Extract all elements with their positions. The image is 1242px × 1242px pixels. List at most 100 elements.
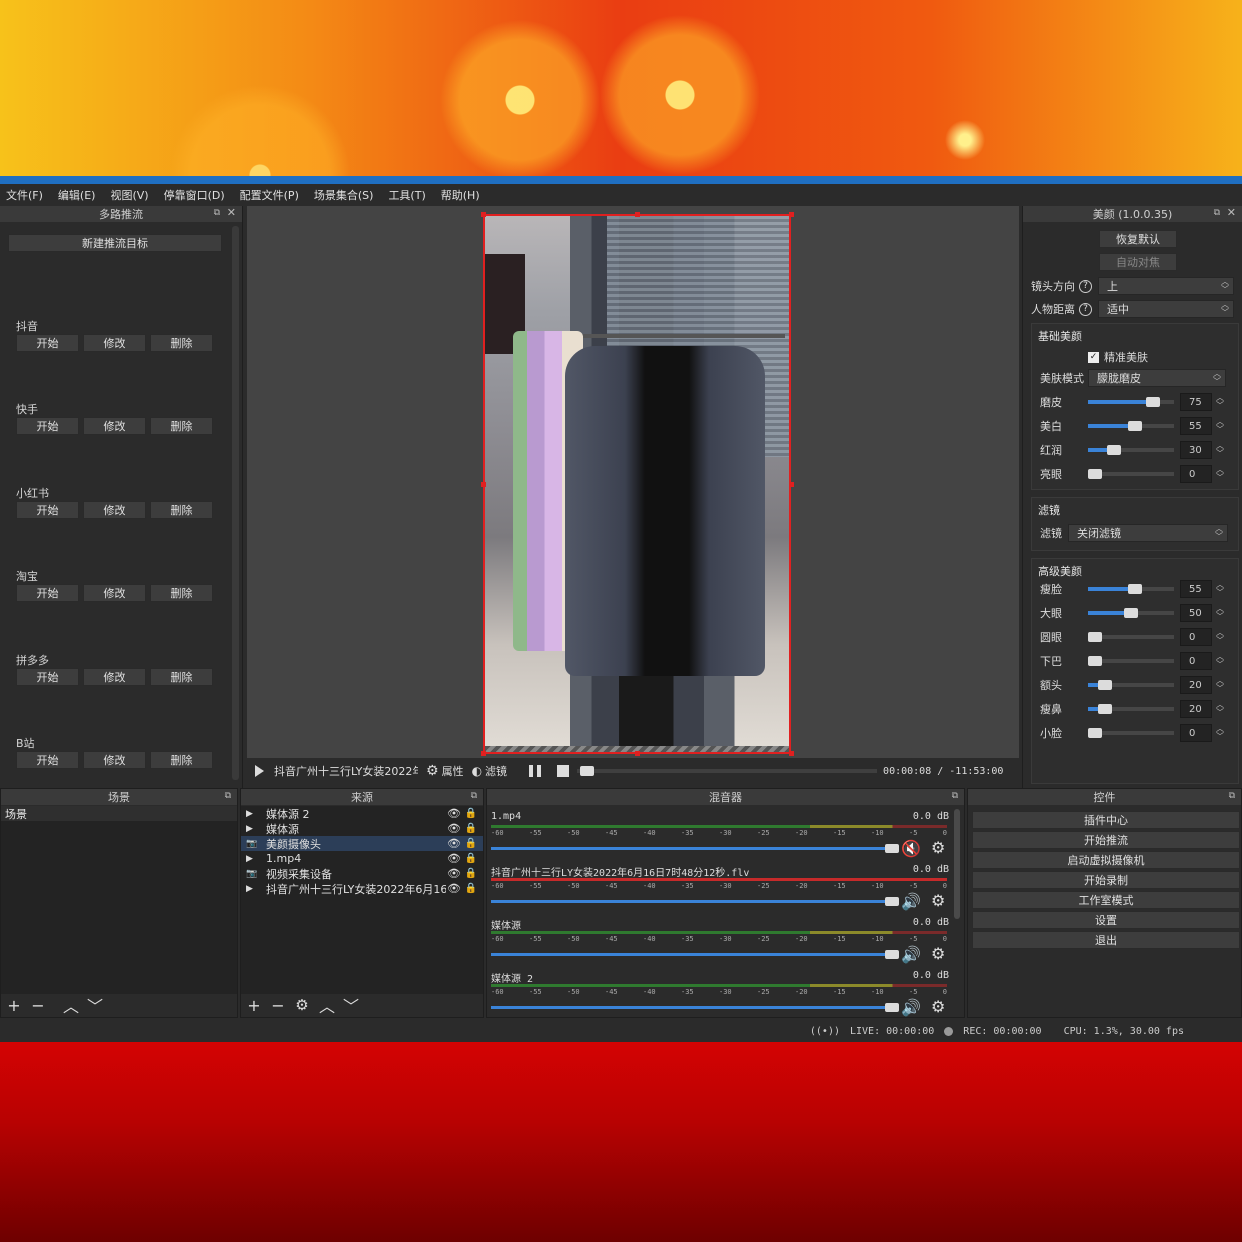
slider-knob[interactable] xyxy=(1107,445,1121,455)
slider-value-box[interactable]: 50 xyxy=(1180,604,1212,622)
stop-icon[interactable] xyxy=(557,765,570,777)
lock-icon[interactable]: 🔒 xyxy=(465,883,477,894)
scene-item[interactable]: 场景 xyxy=(1,806,237,821)
delete-button[interactable]: 删除 xyxy=(150,417,213,435)
slider-value-box[interactable]: 0 xyxy=(1180,628,1212,646)
spin-arrows-icon[interactable]: ︿ ﹀ xyxy=(1216,725,1226,741)
slider-value-box[interactable]: 20 xyxy=(1180,700,1212,718)
float-icon[interactable]: ⧉ xyxy=(471,791,477,801)
resize-handle[interactable] xyxy=(481,482,486,487)
menu-edit[interactable]: 编辑(E) xyxy=(58,187,96,203)
slider-track[interactable] xyxy=(1088,656,1174,666)
volume-slider[interactable] xyxy=(491,1003,899,1012)
start-recording-button[interactable]: 开始录制 xyxy=(972,871,1240,889)
visibility-eye-icon[interactable]: 👁 xyxy=(447,807,461,820)
slider-value-box[interactable]: 0 xyxy=(1180,724,1212,742)
start-button[interactable]: 开始 xyxy=(16,417,79,435)
start-streaming-button[interactable]: 开始推流 xyxy=(972,831,1240,849)
menu-profile[interactable]: 配置文件(P) xyxy=(240,187,299,203)
gear-icon[interactable]: ⚙ xyxy=(931,838,945,857)
video-source-frame[interactable] xyxy=(483,214,791,754)
resize-handle[interactable] xyxy=(789,482,794,487)
slider-knob[interactable] xyxy=(1088,469,1102,479)
speaker-icon[interactable]: 🔊 xyxy=(901,998,921,1017)
slider-track[interactable] xyxy=(1088,469,1174,479)
slider-value-box[interactable]: 20 xyxy=(1180,676,1212,694)
spin-arrows-icon[interactable]: ︿ ﹀ xyxy=(1216,701,1226,717)
delete-button[interactable]: 删除 xyxy=(150,668,213,686)
spin-arrows-icon[interactable]: ︿ ﹀ xyxy=(1216,653,1226,669)
resize-handle[interactable] xyxy=(481,751,486,756)
close-icon[interactable]: ✕ xyxy=(227,206,236,219)
slider-knob[interactable] xyxy=(1088,728,1102,738)
volume-knob[interactable] xyxy=(885,1003,899,1012)
float-icon[interactable]: ⧉ xyxy=(952,791,958,801)
pause-icon[interactable] xyxy=(529,765,542,777)
menu-view[interactable]: 视图(V) xyxy=(110,187,148,203)
slider-track[interactable] xyxy=(1088,680,1174,690)
visibility-eye-icon[interactable]: 👁 xyxy=(447,882,461,895)
gear-icon[interactable]: ⚙ xyxy=(931,944,945,963)
menu-docks[interactable]: 停靠窗口(D) xyxy=(164,187,225,203)
lock-icon[interactable]: 🔒 xyxy=(465,823,477,834)
source-item[interactable]: 📷 视频采集设备 👁 🔒 xyxy=(241,866,483,881)
spin-arrows-icon[interactable]: ︿ ﹀ xyxy=(1216,677,1226,693)
resize-handle[interactable] xyxy=(789,751,794,756)
menu-help[interactable]: 帮助(H) xyxy=(441,187,480,203)
slider-track[interactable] xyxy=(1088,397,1174,407)
gear-icon[interactable]: ⚙ xyxy=(931,997,945,1016)
studio-mode-button[interactable]: 工作室模式 xyxy=(972,891,1240,909)
multistream-scrollbar[interactable] xyxy=(232,226,239,780)
camera-direction-select[interactable]: 上 ︿ ﹀ xyxy=(1098,277,1234,295)
new-stream-target-button[interactable]: 新建推流目标 xyxy=(8,234,222,252)
slider-knob[interactable] xyxy=(1146,397,1160,407)
slider-knob[interactable] xyxy=(1088,632,1102,642)
spin-arrows-icon[interactable]: ︿ ﹀ xyxy=(1216,629,1226,645)
lock-icon[interactable]: 🔒 xyxy=(465,868,477,879)
source-item[interactable]: ▶ 媒体源 2 👁 🔒 xyxy=(241,806,483,821)
speaker-icon[interactable]: 🔊 xyxy=(901,945,921,964)
slider-knob[interactable] xyxy=(1128,421,1142,431)
slider-track[interactable] xyxy=(1088,728,1174,738)
float-icon[interactable]: ⧉ xyxy=(214,208,220,218)
move-up-icon[interactable]: ︿ xyxy=(319,993,335,1017)
edit-button[interactable]: 修改 xyxy=(83,334,146,352)
preview-canvas[interactable] xyxy=(247,206,1019,758)
start-button[interactable]: 开始 xyxy=(16,751,79,769)
resize-handle[interactable] xyxy=(481,212,486,217)
exit-button[interactable]: 退出 xyxy=(972,931,1240,949)
plugin-center-button[interactable]: 插件中心 xyxy=(972,811,1240,829)
seek-slider[interactable] xyxy=(577,766,878,776)
help-icon[interactable]: ? xyxy=(1079,279,1092,293)
slider-value-box[interactable]: 55 xyxy=(1180,580,1212,598)
lock-icon[interactable]: 🔒 xyxy=(465,808,477,819)
skin-mode-select[interactable]: 朦胧磨皮 ︿ ﹀ xyxy=(1088,369,1226,387)
precise-skin-checkbox[interactable]: ✓ 精准美肤 xyxy=(1088,349,1148,365)
slider-knob[interactable] xyxy=(1124,608,1138,618)
speaker-icon[interactable]: 🔊 xyxy=(901,892,921,911)
volume-knob[interactable] xyxy=(885,844,899,853)
filters-button[interactable]: ◐ 滤镜 xyxy=(472,763,507,779)
lock-icon[interactable]: 🔒 xyxy=(465,853,477,864)
seek-knob[interactable] xyxy=(580,766,595,776)
distance-select[interactable]: 适中 ︿ ﹀ xyxy=(1098,300,1234,318)
autofocus-button[interactable]: 自动对焦 xyxy=(1099,253,1177,271)
source-item[interactable]: ▶ 1.mp4 👁 🔒 xyxy=(241,851,483,866)
add-icon[interactable]: + xyxy=(247,996,261,1015)
slider-track[interactable] xyxy=(1088,584,1174,594)
move-down-icon[interactable]: ﹀ xyxy=(87,993,103,1017)
float-icon[interactable]: ⧉ xyxy=(1214,208,1220,218)
slider-track[interactable] xyxy=(1088,445,1174,455)
volume-slider[interactable] xyxy=(491,897,899,906)
slider-track[interactable] xyxy=(1088,632,1174,642)
source-item[interactable]: ▶ 抖音广州十三行LY女装2022年6月16日 👁 🔒 xyxy=(241,881,483,896)
spin-arrows-icon[interactable]: ︿ ﹀ xyxy=(1216,442,1226,458)
volume-slider[interactable] xyxy=(491,950,899,959)
slider-value-box[interactable]: 0 xyxy=(1180,465,1212,483)
menu-scene-collection[interactable]: 场景集合(S) xyxy=(314,187,374,203)
gear-icon[interactable]: ⚙ xyxy=(931,891,945,910)
help-icon[interactable]: ? xyxy=(1079,302,1092,316)
visibility-eye-icon[interactable]: 👁 xyxy=(447,852,461,865)
source-item[interactable]: ▶ 媒体源 👁 🔒 xyxy=(241,821,483,836)
edit-button[interactable]: 修改 xyxy=(83,417,146,435)
